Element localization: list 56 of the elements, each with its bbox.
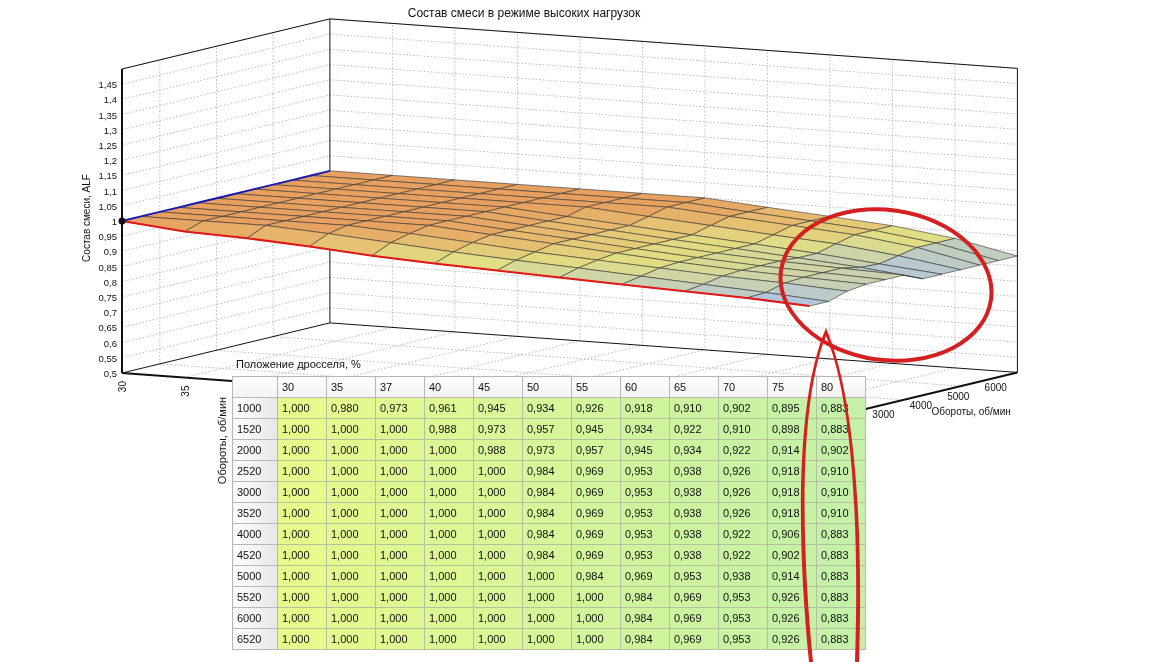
row-header: 1000 — [232, 397, 278, 419]
axis-tick-label: 0,95 — [98, 231, 117, 243]
axis-tick-label: 1,3 — [103, 124, 117, 136]
row-header: 6000 — [232, 607, 278, 629]
axis-title: Состав смеси, ALF — [81, 174, 92, 262]
axis-tick-label: 1,45 — [98, 79, 117, 91]
corner-cell — [232, 376, 278, 398]
axis-tick-label: 1,35 — [98, 109, 117, 121]
axis-tick-label: 0,7 — [103, 307, 117, 319]
column-header: 45 — [473, 376, 523, 398]
row-header: 2520 — [232, 460, 278, 482]
row-header: 1520 — [232, 418, 278, 440]
column-header: 37 — [375, 376, 425, 398]
axis-tick-label: 3000 — [872, 409, 895, 421]
row-header: 5000 — [232, 565, 278, 587]
axis-tick-label: 1 — [111, 216, 117, 227]
axis-tick-label: 1,15 — [98, 170, 117, 182]
row-header: 4000 — [232, 523, 278, 545]
axis-tick-label: 35 — [179, 385, 191, 397]
axis-tick-label: 5000 — [947, 391, 970, 403]
axis-tick-label: 1,1 — [103, 185, 117, 197]
axis-tick-label: 4000 — [909, 400, 932, 412]
axis-tick-label: 0,6 — [103, 337, 117, 349]
axis-tick-label: 30 — [117, 381, 128, 393]
column-header: 50 — [522, 376, 572, 398]
table-caption: Положение дросселя, % — [236, 358, 362, 370]
row-header: 2000 — [232, 439, 278, 461]
axis-tick-label: 0,9 — [103, 246, 117, 258]
column-header: 80 — [816, 376, 866, 398]
column-header: 60 — [620, 376, 670, 398]
row-header: 4520 — [232, 544, 278, 566]
axis-tick-label: 1,2 — [103, 155, 117, 167]
axis-title: Обороты, об/мин — [931, 405, 1011, 417]
column-header: 55 — [571, 376, 621, 398]
column-header: 40 — [424, 376, 474, 398]
column-header: 35 — [326, 376, 376, 398]
row-header: 3520 — [232, 502, 278, 524]
axis-tick-label: 0,55 — [98, 352, 117, 364]
column-header: 70 — [718, 376, 768, 398]
row-header: 3000 — [232, 481, 278, 503]
column-header: 65 — [669, 376, 719, 398]
row-header: 5520 — [232, 586, 278, 608]
axis-tick-label: 0,8 — [103, 276, 117, 288]
axis-tick-label: 1,4 — [103, 94, 117, 106]
row-axis-label: Обороты, об/мин — [216, 396, 230, 484]
axis-tick-label: 0,75 — [98, 292, 117, 303]
column-header: 30 — [277, 376, 327, 398]
axis-tick-label: 0,85 — [98, 261, 117, 273]
axis-tick-label: 1,25 — [98, 140, 117, 151]
axis-tick-label: 0,5 — [103, 368, 117, 379]
axis-tick-label: 0,65 — [98, 322, 117, 334]
row-header: 6520 — [232, 628, 278, 650]
axis-tick-label: 1,05 — [98, 200, 117, 212]
axis-tick-label: 6000 — [984, 382, 1007, 394]
column-header: 75 — [767, 376, 817, 398]
chart-title: Состав смеси в режиме высоких нагрузок — [407, 6, 641, 20]
